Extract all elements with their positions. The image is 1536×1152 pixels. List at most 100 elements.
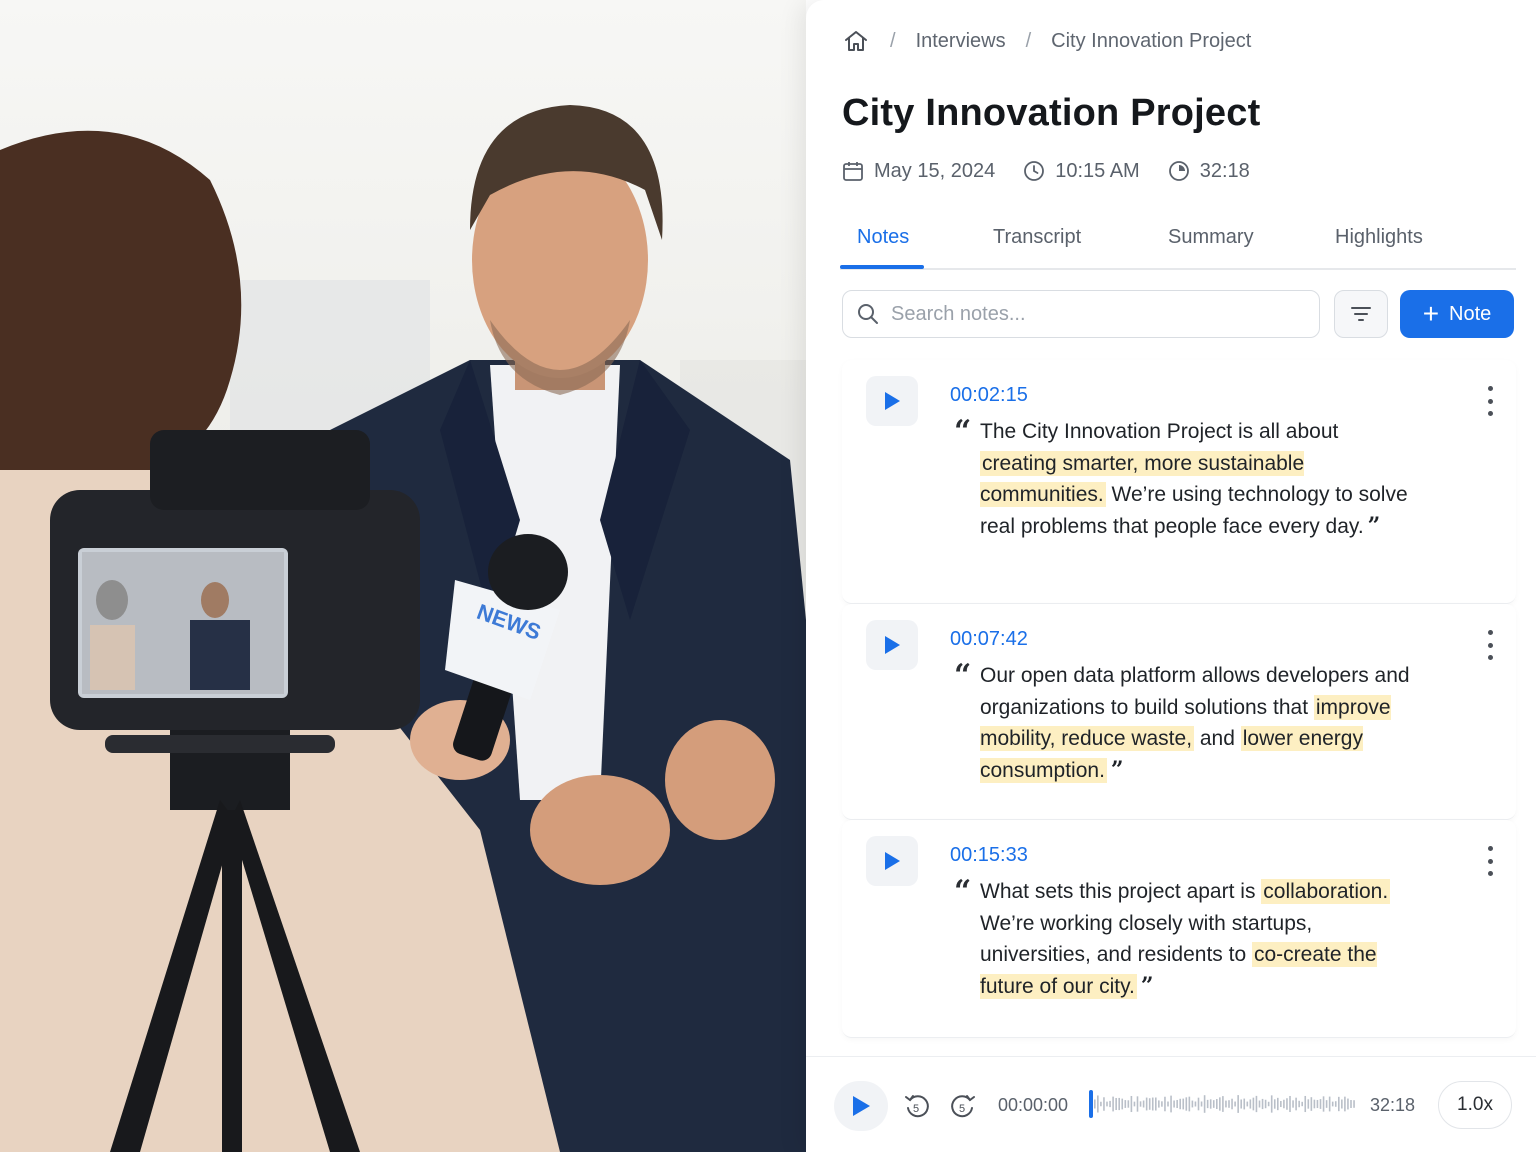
duration-icon [1168, 161, 1189, 181]
waveform-bar [1258, 1100, 1261, 1108]
meta-date: May 15, 2024 [842, 160, 995, 183]
waveform-bar [1161, 1101, 1163, 1107]
filter-icon [1351, 307, 1371, 321]
add-note-label: Note [1449, 302, 1492, 325]
waveform-bar [1216, 1099, 1218, 1109]
note-text: What sets this project apart is collabor… [980, 876, 1400, 1002]
waveform-bar [1106, 1101, 1108, 1107]
waveform-bar [1209, 1099, 1212, 1109]
more-options-icon[interactable] [1482, 386, 1498, 416]
interview-scene: NEWS [0, 105, 806, 1152]
waveform-bar [1151, 1097, 1154, 1111]
waveform-bar [1270, 1095, 1273, 1113]
waveform-bar [1301, 1101, 1303, 1107]
waveform-bar [1234, 1101, 1236, 1107]
highlighted-text: collaboration. [1261, 879, 1391, 904]
note-timestamp[interactable]: 00:07:42 [950, 628, 1028, 651]
tab-summary[interactable]: Summary [1168, 226, 1254, 249]
playback-speed-button[interactable]: 1.0x [1438, 1081, 1512, 1129]
waveform-bar [1338, 1096, 1340, 1112]
waveform-bar [1167, 1101, 1169, 1107]
waveform-bar [1155, 1097, 1157, 1111]
waveform-bar [1188, 1096, 1191, 1112]
note-timestamp[interactable]: 00:15:33 [950, 844, 1028, 867]
waveform-bar [1094, 1099, 1096, 1109]
waveform-bar [1246, 1101, 1249, 1107]
waveform-bar [1344, 1096, 1346, 1112]
note-card: 00:02:15 “ The City Innovation Project i… [842, 360, 1516, 604]
waveform-bar [1197, 1097, 1200, 1111]
meta-time-text: 10:15 AM [1055, 159, 1140, 182]
tab-notes[interactable]: Notes [857, 226, 909, 249]
waveform-bar [1243, 1098, 1246, 1110]
breadcrumb-current[interactable]: City Innovation Project [1051, 30, 1251, 53]
breadcrumb-interviews[interactable]: Interviews [916, 30, 1006, 53]
note-text-segment: What sets this project apart is [980, 880, 1262, 903]
note-play-button[interactable] [866, 620, 918, 670]
rewind-5-button[interactable]: 5 [902, 1091, 932, 1126]
waveform-bar [1261, 1098, 1264, 1110]
waveform-bar [1142, 1100, 1145, 1108]
tab-transcript[interactable]: Transcript [993, 226, 1081, 249]
waveform-bar [1228, 1100, 1230, 1108]
plus-icon: + [1422, 298, 1440, 329]
waveform-bar [1264, 1099, 1267, 1109]
waveform-bar [1182, 1098, 1185, 1110]
waveform-bar [1164, 1096, 1166, 1112]
waveform-bar [1347, 1098, 1349, 1110]
note-play-button[interactable] [866, 376, 918, 426]
waveform-bar [1112, 1096, 1114, 1112]
waveform-bar [1304, 1095, 1307, 1113]
waveform-bar [1185, 1097, 1188, 1111]
playhead-handle[interactable] [1089, 1090, 1093, 1118]
note-play-button[interactable] [866, 836, 918, 886]
search-icon [858, 304, 878, 324]
forward-5-button[interactable]: 5 [948, 1091, 978, 1126]
notes-panel: / Interviews / City Innovation Project C… [806, 0, 1536, 1152]
filter-button[interactable] [1334, 290, 1388, 338]
meta-row: May 15, 2024 10:15 AM 32:18 [842, 156, 1278, 186]
rewind-icon: 5 [905, 1095, 929, 1118]
waveform-bar [1350, 1100, 1352, 1108]
home-icon[interactable] [842, 27, 870, 55]
waveform-bar [1219, 1097, 1221, 1111]
close-quote-icon: ” [1140, 972, 1154, 999]
meta-time: 10:15 AM [1023, 160, 1140, 183]
note-timestamp[interactable]: 00:02:15 [950, 384, 1028, 407]
waveform-scrubber[interactable] [1088, 1089, 1358, 1119]
waveform-bar [1173, 1100, 1175, 1108]
note-text-segment: The City Innovation Project is all about [980, 420, 1339, 443]
player-play-button[interactable] [834, 1081, 888, 1131]
waveform-bar [1222, 1096, 1224, 1112]
waveform-bar [1322, 1096, 1325, 1112]
current-time: 00:00:00 [998, 1095, 1069, 1115]
waveform-bar [1313, 1099, 1316, 1109]
waveform-bar [1273, 1099, 1276, 1109]
waveform-bar [1240, 1099, 1242, 1109]
tab-highlights[interactable]: Highlights [1335, 226, 1423, 249]
waveform-bar [1118, 1097, 1120, 1111]
waveform-bar [1310, 1097, 1313, 1111]
play-icon [853, 1096, 870, 1116]
waveform-bar [1097, 1095, 1099, 1113]
waveform-bar [1353, 1100, 1355, 1108]
waveform-bar [1280, 1100, 1282, 1108]
more-options-icon[interactable] [1482, 846, 1498, 876]
waveform-bar [1319, 1099, 1322, 1109]
waveform-bar [1331, 1101, 1334, 1107]
add-note-button[interactable]: + Note [1400, 290, 1514, 338]
calendar-icon [843, 162, 863, 181]
waveform-bar [1133, 1101, 1136, 1107]
waveform-bar [1148, 1098, 1151, 1110]
waveform-bar [1289, 1095, 1291, 1113]
forward-seconds: 5 [959, 1103, 965, 1115]
open-quote-icon: “ [954, 658, 972, 693]
search-input[interactable] [891, 302, 1291, 326]
clock-icon [1024, 161, 1045, 181]
waveform-bar [1249, 1099, 1252, 1109]
waveform-bar [1341, 1099, 1343, 1109]
waveform-bar [1298, 1100, 1300, 1108]
more-options-icon[interactable] [1482, 630, 1498, 660]
waveform-bar [1200, 1101, 1203, 1107]
waveform-bar [1316, 1099, 1319, 1109]
